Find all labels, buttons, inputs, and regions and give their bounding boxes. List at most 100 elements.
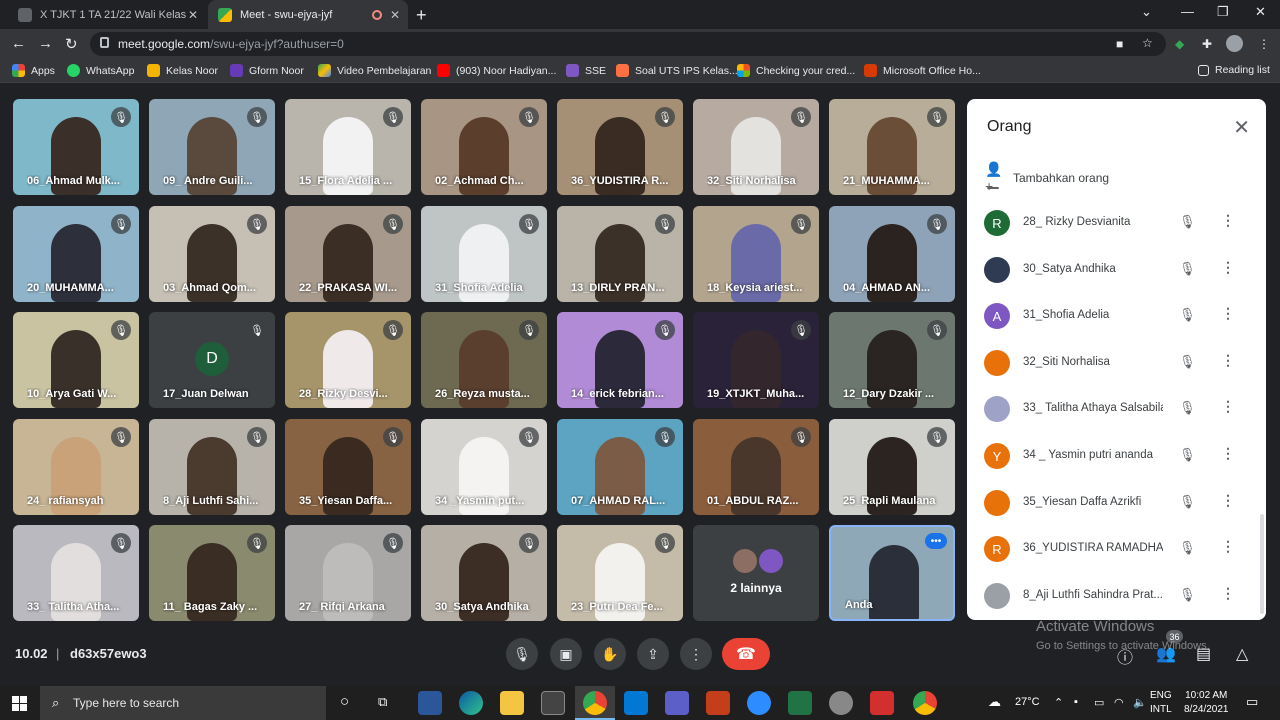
add-people-button[interactable]: 👤+ Tambahkan orang [985,161,1109,194]
participant-tile[interactable]: 🎙 19_XTJKT_Muha... [693,312,819,408]
battery-icon[interactable]: ▭ [1094,696,1104,709]
close-panel-icon[interactable]: ✕ [1233,115,1250,140]
camera-icon[interactable]: ■ [1116,37,1123,51]
participant-tile[interactable]: 🎙 34 _Yasmin put... [421,419,547,515]
excel-icon[interactable] [788,691,812,715]
bookmark-gform-noor[interactable]: Gform Noor [230,64,304,77]
minimize-button[interactable]: — [1181,4,1194,19]
person-row[interactable]: R 28_ Rizky Desvianita 🎙 ⋮ [967,200,1266,246]
participant-tile[interactable]: 🎙 32_Siti Norhalisa [693,99,819,195]
bookmark-whatsapp[interactable]: WhatsApp [67,64,134,77]
more-options-button[interactable]: ⋮ [680,638,712,670]
chevron-up-icon[interactable]: ⌃ [1054,696,1063,709]
mic-off-icon[interactable]: 🎙 [1179,307,1196,323]
person-row[interactable]: 32_Siti Norhalisa 🎙 ⋮ [967,340,1266,386]
weather-temp[interactable]: 27°C [1015,696,1040,708]
participant-tile[interactable]: 🎙 24_ rafiansyah [13,419,139,515]
store-icon[interactable] [541,691,565,715]
activities-icon[interactable]: △ [1236,644,1248,664]
mic-off-icon[interactable]: 🎙 [1179,354,1196,370]
leave-call-button[interactable]: ☎ [722,638,770,670]
mail-icon[interactable] [624,691,648,715]
person-row[interactable]: R 36_YUDISTIRA RAMADHAN 🎙 ⋮ [967,526,1266,572]
participant-tile[interactable]: 🎙 15_Flora Adelia ... [285,99,411,195]
cortana-icon[interactable]: ○ [340,693,349,710]
address-bar[interactable]: meet.google.com/swu-ejya-jyf?authuser=0 … [90,32,1166,56]
present-button[interactable]: ⇪ [637,638,669,670]
more-vert-icon[interactable]: ⋮ [1221,492,1235,509]
camera-toggle-button[interactable]: ▣ [550,638,582,670]
participant-tile[interactable]: 🎙 09_ Andre Guili... [149,99,275,195]
tab-search-icon[interactable]: ⌄ [1141,4,1152,20]
notification-icon[interactable]: ▭ [1246,694,1258,710]
taskbar-clock[interactable]: 10:02 AM 8/24/2021 [1184,689,1229,717]
participant-tile[interactable]: 2 lainnya [693,525,819,621]
participant-tile[interactable]: 🎙 22_PRAKASA WI... [285,206,411,302]
language-indicator[interactable]: ENG INTL [1150,689,1172,717]
participant-tile[interactable]: ••• Anda [829,525,955,621]
more-vert-icon[interactable]: ⋮ [1221,305,1235,322]
participant-tile[interactable]: 🎙 35_Yiesan Daffa... [285,419,411,515]
mic-toggle-button[interactable]: 🎙 [506,638,538,670]
person-row[interactable]: 8_Aji Luthfi Sahindra Prat... 🎙 ⋮ [967,573,1266,619]
participant-tile[interactable]: 🎙 27_ Rifqi Arkana [285,525,411,621]
participant-tile[interactable]: 🎙 14_erick febrian... [557,312,683,408]
participant-tile[interactable]: 🎙 12_Dary Dzakir ... [829,312,955,408]
person-row[interactable]: 30_Satya Andhika 🎙 ⋮ [967,247,1266,293]
participant-tile[interactable]: 🎙 20_MUHAMMA... [13,206,139,302]
person-row[interactable]: Y 34 _ Yasmin putri ananda 🎙 ⋮ [967,433,1266,479]
app-tray-icon[interactable]: ▪ [1074,696,1078,708]
taskbar-search-box[interactable]: ⌕ Type here to search [40,686,326,720]
chrome-alt-icon[interactable] [913,691,937,715]
participant-tile[interactable]: 🎙 21_MUHAMMA... [829,99,955,195]
bookmark-star-icon[interactable]: ☆ [1142,36,1153,50]
windows-start-icon[interactable] [12,696,27,711]
more-vert-icon[interactable]: ⋮ [1221,352,1235,369]
bookmark-kelas-noor[interactable]: Kelas Noor [147,64,218,77]
extension-icon[interactable]: ◆ [1175,37,1184,51]
participant-tile[interactable]: 🎙 01_ABDUL RAZ... [693,419,819,515]
participant-tile[interactable]: 🎙 36_YUDISTIRA R... [557,99,683,195]
mic-off-icon[interactable]: 🎙 [1179,214,1196,230]
word-icon[interactable] [418,691,442,715]
wifi-icon[interactable]: ◠ [1114,696,1124,709]
file-explorer-icon[interactable] [500,691,524,715]
more-vert-icon[interactable]: ⋮ [1221,259,1235,276]
close-tab-icon[interactable]: ✕ [390,8,400,22]
chrome-icon[interactable] [583,691,607,715]
person-row[interactable]: 33_ Talitha Athaya Salsabila 🎙 ⋮ [967,386,1266,432]
menu-icon[interactable]: ⋮ [1258,37,1270,51]
participant-tile[interactable]: 🎙 07_AHMAD RAL... [557,419,683,515]
participant-tile[interactable]: 🎙 8_Aji Luthfi Sahi... [149,419,275,515]
more-vert-icon[interactable]: ⋮ [1221,585,1235,602]
close-tab-icon[interactable]: ✕ [188,8,198,22]
teams-icon[interactable] [665,691,689,715]
participant-tile[interactable]: 🎙 02_Achmad Ch... [421,99,547,195]
participant-tile[interactable]: 🎙 18_Keysia ariest... [693,206,819,302]
download-manager-icon[interactable] [870,691,894,715]
participant-tile[interactable]: 🎙 10_Arya Gati W... [13,312,139,408]
back-arrow-icon[interactable]: ← [11,35,26,52]
more-vert-icon[interactable]: ⋮ [1221,398,1235,415]
bookmark-soal-uts[interactable]: Soal UTS IPS Kelas... [616,64,738,77]
mic-off-icon[interactable]: 🎙 [1179,587,1196,603]
participant-tile[interactable]: 🎙 23_Putri Dea Fe... [557,525,683,621]
profile-avatar[interactable] [1226,35,1243,52]
participant-tile[interactable]: 🎙 06_Ahmad Mulk... [13,99,139,195]
reading-list-button[interactable]: Reading list [1198,64,1270,76]
participant-tile[interactable]: 🎙 33_ Talitha Atha... [13,525,139,621]
mic-off-icon[interactable]: 🎙 [1179,261,1196,277]
participant-tile[interactable]: 🎙 11_ Bagas Zaky ... [149,525,275,621]
lock-icon[interactable] [100,37,109,48]
bookmark-sse[interactable]: SSE [566,64,606,77]
url-text[interactable]: meet.google.com/swu-ejya-jyf?authuser=0 [118,37,344,51]
mic-off-icon[interactable]: 🎙 [1179,494,1196,510]
participant-tile[interactable]: 🎙 28_Rizky Desvi... [285,312,411,408]
weather-icon[interactable]: ☁ [988,694,1001,710]
new-tab-button[interactable]: + [416,5,427,26]
person-row[interactable]: 35_Yiesan Daffa Azrikfi 🎙 ⋮ [967,480,1266,526]
close-window-button[interactable]: ✕ [1255,4,1266,20]
bookmark-office[interactable]: Microsoft Office Ho... [864,64,981,77]
maximize-button[interactable]: ❐ [1217,4,1229,20]
bookmark-checking[interactable]: Checking your cred... [737,64,855,77]
